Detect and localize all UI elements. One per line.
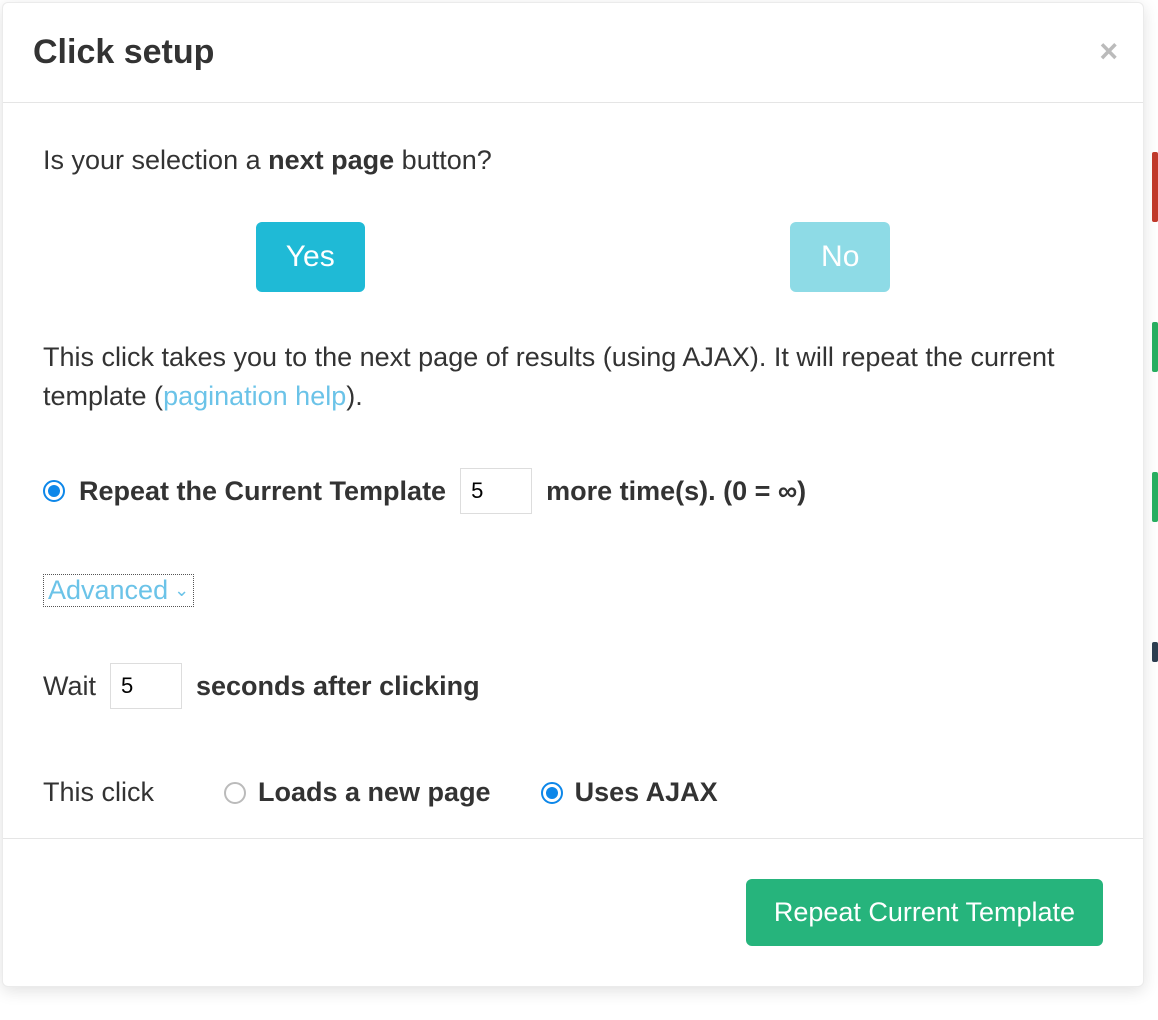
selection-question: Is your selection a next page button?	[43, 145, 1103, 176]
repeat-current-template-button[interactable]: Repeat Current Template	[746, 879, 1103, 946]
repeat-count-input[interactable]	[460, 468, 532, 514]
repeat-template-label: Repeat the Current Template	[79, 476, 446, 507]
loads-new-page-label: Loads a new page	[258, 777, 491, 808]
background-stripes	[1148, 2, 1158, 1020]
yes-button[interactable]: Yes	[256, 222, 365, 292]
wait-label: Wait	[43, 671, 96, 702]
close-button[interactable]: ×	[1099, 35, 1118, 67]
description-part2: ).	[346, 381, 363, 411]
modal-header: Click setup ×	[3, 3, 1143, 103]
question-text-prefix: Is your selection a	[43, 145, 268, 175]
no-button[interactable]: No	[790, 222, 890, 292]
description-text: This click takes you to the next page of…	[43, 338, 1103, 416]
wait-seconds-input[interactable]	[110, 663, 182, 709]
uses-ajax-option: Uses AJAX	[541, 777, 718, 808]
repeat-template-suffix: more time(s). (0 = ∞)	[546, 476, 806, 507]
loads-new-page-radio[interactable]	[224, 782, 246, 804]
uses-ajax-label: Uses AJAX	[575, 777, 718, 808]
stripe-red	[1152, 152, 1158, 222]
advanced-label: Advanced	[48, 575, 168, 606]
question-text-bold: next page	[268, 145, 394, 175]
uses-ajax-radio[interactable]	[541, 782, 563, 804]
click-setup-modal: Click setup × Is your selection a next p…	[2, 2, 1144, 987]
modal-body: Is your selection a next page button? Ye…	[3, 103, 1143, 838]
stripe-dark	[1152, 642, 1158, 662]
modal-title: Click setup	[33, 33, 1113, 72]
repeat-template-row: Repeat the Current Template more time(s)…	[43, 468, 1103, 514]
loads-new-page-option: Loads a new page	[224, 777, 491, 808]
wait-suffix: seconds after clicking	[196, 671, 480, 702]
question-text-suffix: button?	[394, 145, 492, 175]
yes-no-row: Yes No	[43, 222, 1103, 292]
click-mode-row: This click Loads a new page Uses AJAX	[43, 777, 1103, 808]
repeat-template-radio[interactable]	[43, 480, 65, 502]
modal-footer: Repeat Current Template	[3, 838, 1143, 986]
advanced-toggle[interactable]: Advanced ⌄	[43, 574, 194, 607]
wait-row: Wait seconds after clicking	[43, 663, 1103, 709]
stripe-green	[1152, 322, 1158, 372]
stripe-green-2	[1152, 472, 1158, 522]
pagination-help-link[interactable]: pagination help	[163, 381, 346, 411]
chevron-down-icon: ⌄	[174, 580, 189, 601]
close-icon: ×	[1099, 33, 1118, 69]
click-mode-label: This click	[43, 777, 154, 808]
